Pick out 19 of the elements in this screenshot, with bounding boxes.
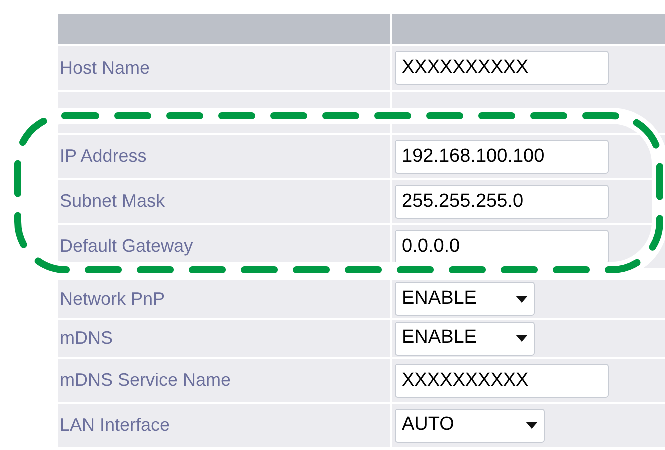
field-label: Network PnP bbox=[60, 288, 166, 310]
field-label: IP Address bbox=[60, 145, 147, 168]
caret-icon bbox=[526, 422, 538, 429]
field-label: Subnet Mask bbox=[60, 190, 166, 213]
dropdown-field[interactable]: AUTO bbox=[395, 408, 545, 442]
text-field[interactable]: 192.168.100.100 bbox=[395, 140, 609, 174]
field-label: mDNS Service Name bbox=[60, 369, 232, 392]
caret-icon bbox=[516, 335, 528, 342]
dropdown-field[interactable]: ENABLE bbox=[395, 322, 535, 356]
field-label: LAN Interface bbox=[60, 414, 170, 437]
dropdown-field[interactable]: ENABLE bbox=[395, 282, 535, 316]
field-label: Default Gateway bbox=[60, 235, 194, 258]
text-field[interactable]: XXXXXXXXXX bbox=[395, 364, 609, 398]
field-label: mDNS bbox=[60, 327, 113, 350]
field-label: Host Name bbox=[60, 56, 150, 80]
text-field[interactable]: 255.255.255.0 bbox=[395, 184, 609, 218]
caret-icon bbox=[516, 296, 528, 302]
text-field[interactable]: XXXXXXXXXX bbox=[395, 51, 609, 85]
text-field[interactable]: 0.0.0.0 bbox=[395, 230, 609, 264]
